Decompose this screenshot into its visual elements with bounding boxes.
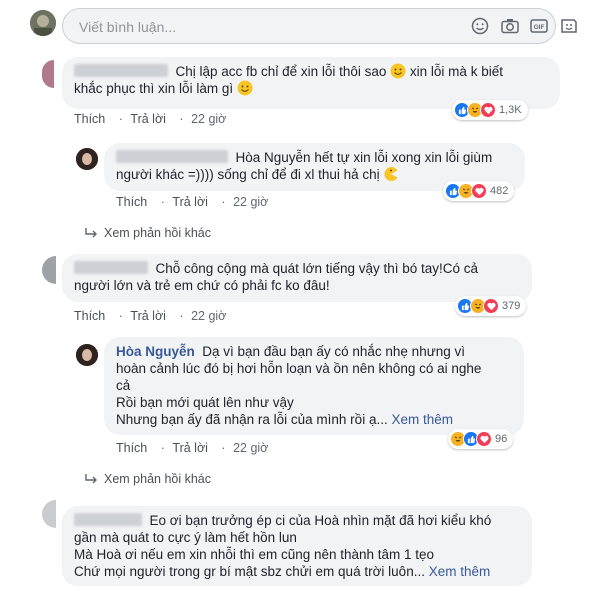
- timestamp[interactable]: 22 giờ: [233, 195, 268, 209]
- author-name[interactable]: Hòa Nguyễn: [116, 344, 195, 359]
- like-link[interactable]: Thích: [74, 112, 105, 126]
- comment-composer[interactable]: GIF: [62, 8, 577, 45]
- reaction-count: 96: [495, 433, 508, 445]
- reply-arrow-icon: [85, 474, 97, 484]
- reaction-summary[interactable]: 379: [455, 296, 527, 316]
- comment-text: Dạ vì bạn đầu bạn ấy có nhắc nhẹ nhưng v…: [202, 344, 466, 359]
- reply-link[interactable]: Trả lời: [130, 112, 166, 126]
- comment-text: Rồi bạn mới quát lên như vậy: [116, 395, 294, 410]
- comment-text: cả: [116, 378, 131, 393]
- love-reaction-icon: [476, 431, 492, 447]
- see-more-link[interactable]: Xem thêm: [391, 412, 453, 427]
- comment-input[interactable]: [77, 9, 461, 45]
- comment-text: Hòa Nguyễn hết tự xin lỗi xong xin lỗi g…: [235, 150, 493, 165]
- avatar: [76, 344, 98, 366]
- love-reaction-icon: [483, 298, 499, 314]
- avatar: [30, 10, 56, 36]
- comment-text: gần mà quát to cực ý làm hết hồn lun: [74, 530, 297, 545]
- author-name-blurred[interactable]: [74, 261, 148, 274]
- reply-actions: Thích · Trả lời · 22 giờ: [116, 195, 269, 209]
- author-name-blurred[interactable]: [74, 513, 142, 526]
- author-name-blurred[interactable]: [116, 150, 228, 163]
- smile-emoji-icon: [390, 63, 406, 79]
- comment-text: Mà Hoà ơi nếu em xin nhỗi thì em cũng nê…: [74, 547, 435, 562]
- view-more-replies-link[interactable]: Xem phản hồi khác: [84, 226, 211, 240]
- like-link[interactable]: Thích: [116, 195, 147, 209]
- reaction-summary[interactable]: 482: [443, 181, 515, 201]
- pacman-emoji-icon: [383, 166, 399, 182]
- reply-link[interactable]: Trả lời: [172, 195, 208, 209]
- reaction-count: 379: [502, 300, 521, 312]
- love-reaction-icon: [471, 183, 487, 199]
- comment-actions: Thích · Trả lời · 22 giờ: [74, 112, 227, 126]
- comment-actions: Thích · Trả lời · 22 giờ: [74, 309, 227, 323]
- timestamp[interactable]: 22 giờ: [191, 309, 226, 323]
- comment-text: xin lỗi mà k biết: [409, 64, 503, 79]
- svg-text:GIF: GIF: [534, 24, 545, 31]
- view-more-replies-label: Xem phản hồi khác: [104, 472, 212, 486]
- smile-emoji-icon: [237, 80, 253, 96]
- reaction-count: 1,3K: [499, 104, 522, 116]
- like-link[interactable]: Thích: [116, 441, 147, 455]
- camera-icon[interactable]: [500, 17, 520, 35]
- like-link[interactable]: Thích: [74, 309, 105, 323]
- comment-bubble: Chỗ công cộng mà quát lớn tiếng vậy thì …: [62, 254, 532, 302]
- timestamp[interactable]: 22 giờ: [191, 112, 226, 126]
- avatar: [42, 60, 54, 88]
- reaction-count: 482: [490, 185, 509, 197]
- comment-text: Eo ơi bạn trưởng ép ci của Hoà nhìn mặt …: [149, 513, 492, 528]
- love-reaction-icon: [480, 102, 496, 118]
- avatar: [42, 500, 56, 528]
- comment-text: Chị lập acc fb chỉ để xin lỗi thôi sao: [175, 64, 387, 79]
- sticker-icon[interactable]: [559, 17, 579, 35]
- author-name-blurred[interactable]: [74, 64, 168, 77]
- see-more-link[interactable]: Xem thêm: [429, 564, 491, 579]
- comment-text: Chứ mọi người trong gr bí mật sbz chửi e…: [74, 564, 425, 579]
- reply-actions: Thích · Trả lời · 22 giờ: [116, 441, 269, 455]
- reply-link[interactable]: Trả lời: [130, 309, 166, 323]
- comment-text: người lớn và trẻ em chứ có phải fc ko đâ…: [74, 278, 330, 293]
- gif-icon[interactable]: GIF: [529, 17, 549, 35]
- reply-bubble: Hòa Nguyễn Dạ vì bạn đầu bạn ấy có nhắc …: [104, 337, 524, 435]
- reaction-summary[interactable]: 1,3K: [452, 100, 528, 120]
- comment-text: hoàn cảnh lúc đó bị hơi hỗn loạn và ồn n…: [116, 361, 482, 376]
- reply-link[interactable]: Trả lời: [172, 441, 208, 455]
- emoji-icon[interactable]: [470, 17, 490, 35]
- comment-text: Nhưng bạn ấy đã nhận ra lỗi của mình rồi…: [116, 412, 388, 427]
- comment-bubble: Eo ơi bạn trưởng ép ci của Hoà nhìn mặt …: [62, 506, 532, 586]
- timestamp[interactable]: 22 giờ: [233, 441, 268, 455]
- comment-text: Chỗ công cộng mà quát lớn tiếng vậy thì …: [155, 261, 479, 276]
- reaction-summary[interactable]: 96: [448, 429, 514, 449]
- reply-arrow-icon: [85, 228, 97, 238]
- comment-text: khắc phục thì xin lỗi làm gì: [74, 81, 234, 96]
- view-more-replies-label: Xem phản hồi khác: [104, 226, 212, 240]
- avatar: [76, 148, 98, 170]
- comment-text: người khác =)))) sống chỉ để đi xl thui …: [116, 167, 380, 182]
- avatar: [42, 256, 56, 284]
- view-more-replies-link[interactable]: Xem phản hồi khác: [84, 472, 211, 486]
